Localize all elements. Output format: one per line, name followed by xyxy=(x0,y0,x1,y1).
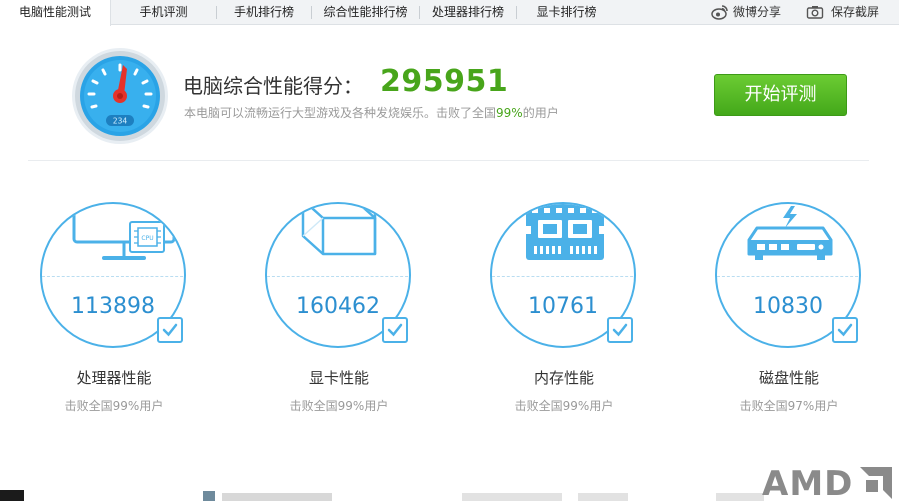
tab-bar: 电脑性能测试 手机评测 手机排行榜 综合性能排行榜 处理器排行榜 显卡排行榜 微… xyxy=(0,0,899,26)
metric-rank: 击败全国99%用户 xyxy=(64,399,164,413)
score-description: 本电脑可以流畅运行大型游戏及各种发烧娱乐。击败了全国99%的用户 xyxy=(184,104,559,121)
metric-value: 160462 xyxy=(296,294,380,319)
check-icon xyxy=(157,317,183,343)
share-label: 微博分享 xyxy=(733,5,782,19)
desc-suffix: 的用户 xyxy=(522,106,559,120)
camera-icon xyxy=(806,6,824,19)
tab-pc-benchmark[interactable]: 电脑性能测试 xyxy=(0,0,111,26)
tab-label: 综合性能排行榜 xyxy=(323,5,408,19)
weibo-share-button[interactable]: 微博分享 xyxy=(711,0,791,25)
metric-cpu: CPU 113898 处理器性能 击败全国99%用户 xyxy=(19,200,209,420)
speedometer-icon: 234 xyxy=(72,48,168,144)
metric-name: 处理器性能 xyxy=(76,369,152,387)
metric-name: 内存性能 xyxy=(533,369,594,387)
tab-phone-ranking[interactable]: 手机排行榜 xyxy=(217,0,311,25)
tab-cpu-ranking[interactable]: 处理器排行榜 xyxy=(420,0,516,25)
tab-label: 电脑性能测试 xyxy=(18,5,91,19)
metric-gpu: 160462 显卡性能 击败全国99%用户 xyxy=(244,200,434,420)
metric-disk: 10830 磁盘性能 击败全国97%用户 xyxy=(694,200,884,420)
metric-rank: 击败全国97%用户 xyxy=(739,399,839,413)
dashed-divider xyxy=(42,276,184,277)
metric-name: 显卡性能 xyxy=(308,369,369,387)
metric-rank: 击败全国99%用户 xyxy=(514,399,614,413)
tab-label: 手机排行榜 xyxy=(233,5,294,19)
metric-value: 113898 xyxy=(71,294,155,319)
gauge-reading: 234 xyxy=(113,117,128,126)
cpu-chip-label: CPU xyxy=(141,235,153,242)
screenshot-label: 保存截屏 xyxy=(831,5,880,19)
tab-overall-ranking[interactable]: 综合性能排行榜 xyxy=(312,0,419,25)
metric-value: 10830 xyxy=(753,294,823,319)
save-screenshot-button[interactable]: 保存截屏 xyxy=(806,0,892,25)
metric-value: 10761 xyxy=(528,294,598,319)
desc-percent: 99% xyxy=(496,106,523,120)
amd-logo-text: AMD xyxy=(762,464,853,501)
tab-gpu-ranking[interactable]: 显卡排行榜 xyxy=(517,0,616,25)
check-icon xyxy=(607,317,633,343)
check-icon xyxy=(832,317,858,343)
score-title: 电脑综合性能得分： xyxy=(183,74,363,98)
header-divider xyxy=(28,160,869,161)
desc-prefix: 本电脑可以流畅运行大型游戏及各种发烧娱乐。击败了全国 xyxy=(184,106,497,120)
amd-logo: AMD xyxy=(762,464,892,501)
check-icon xyxy=(382,317,408,343)
tab-label: 手机评测 xyxy=(139,5,188,19)
tab-label: 处理器排行榜 xyxy=(431,5,504,19)
start-benchmark-button[interactable]: 开始评测 xyxy=(714,74,847,116)
dashed-divider xyxy=(717,276,859,277)
dashed-divider xyxy=(267,276,409,277)
dashed-divider xyxy=(492,276,634,277)
metric-name: 磁盘性能 xyxy=(758,369,819,387)
tab-phone-review[interactable]: 手机评测 xyxy=(111,0,216,25)
weibo-icon xyxy=(711,5,728,20)
overall-score: 295951 xyxy=(380,64,509,99)
metric-rank: 击败全国99%用户 xyxy=(289,399,389,413)
tab-label: 显卡排行榜 xyxy=(536,5,597,19)
metric-memory: 10761 内存性能 击败全国99%用户 xyxy=(469,200,659,420)
